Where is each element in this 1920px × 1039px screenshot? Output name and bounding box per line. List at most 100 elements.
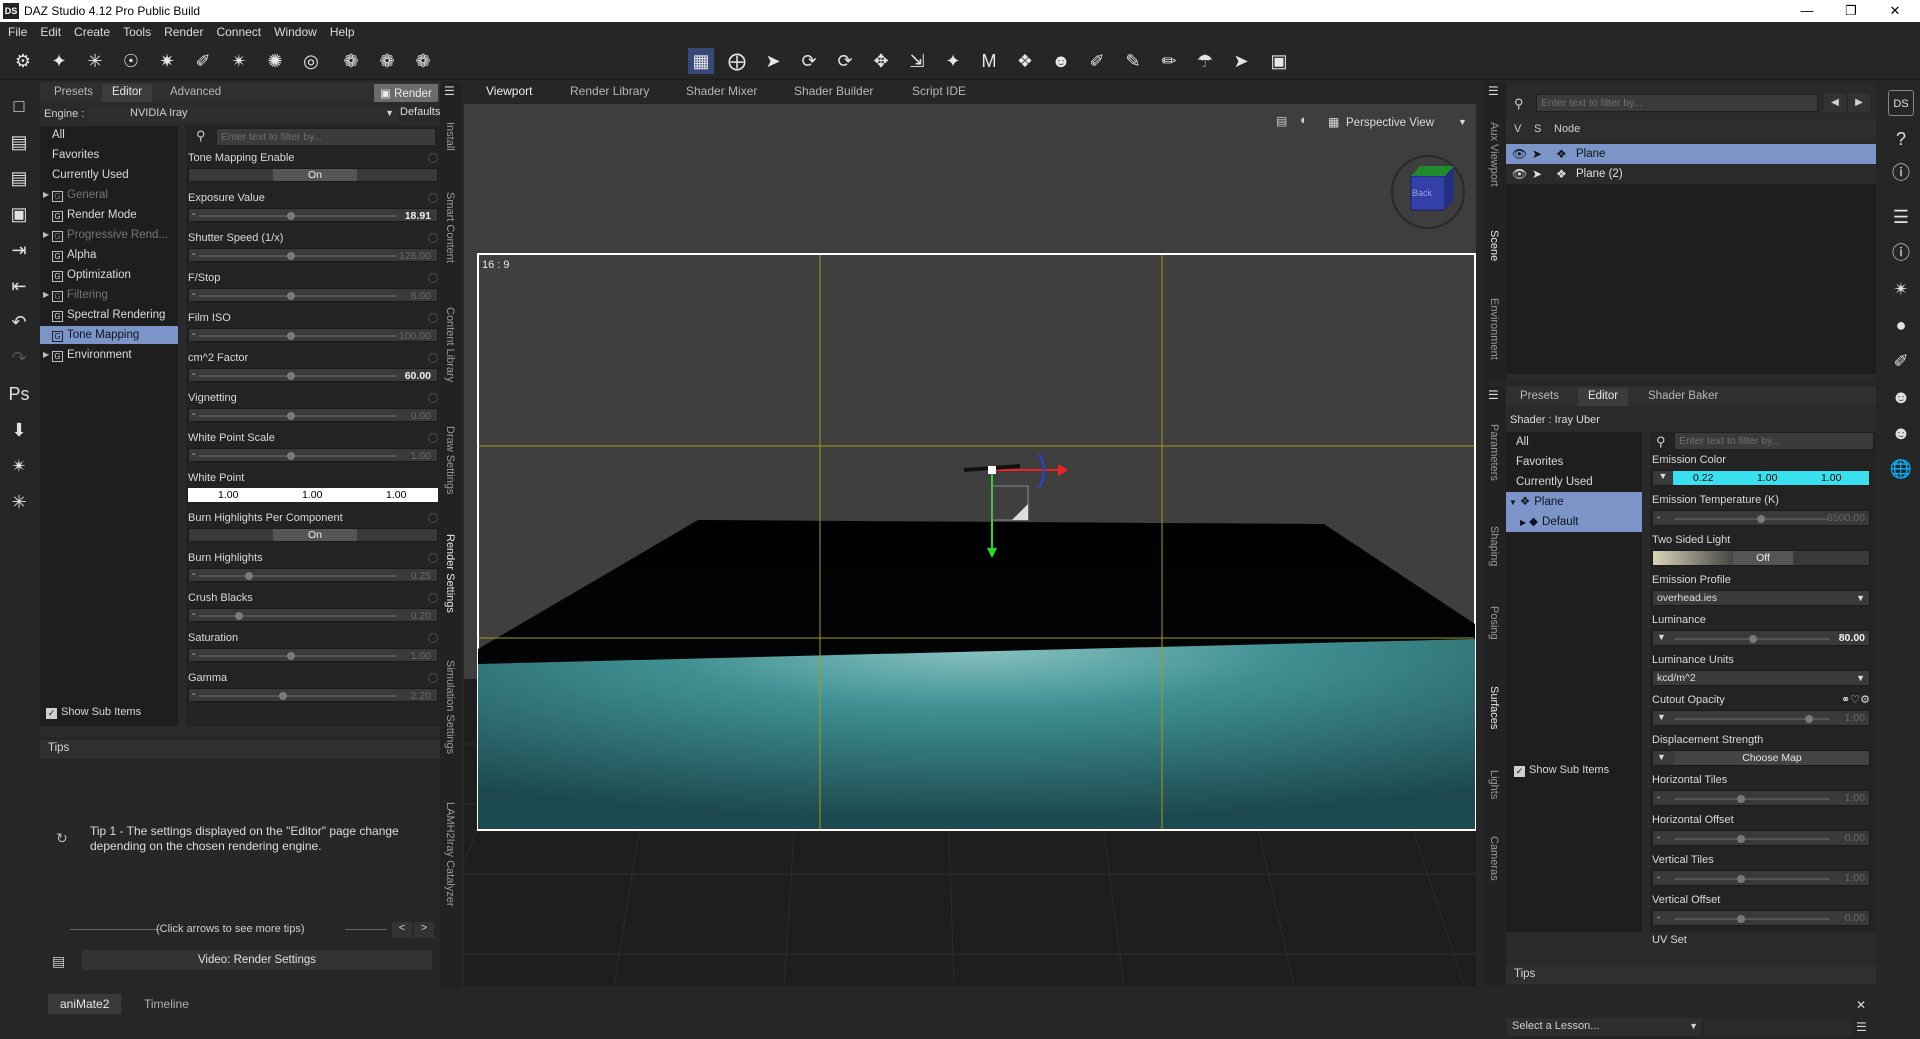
white-point-r[interactable]: 1.00 xyxy=(218,489,238,501)
tab-advanced[interactable]: Advanced xyxy=(160,84,231,102)
list-icon[interactable]: ☰ xyxy=(1888,204,1914,230)
view-select[interactable]: ▦ Perspective View ▼ xyxy=(1328,114,1468,134)
slider-value[interactable]: 1.00 xyxy=(1845,712,1865,724)
active-pose-icon[interactable]: ☻ xyxy=(1048,48,1074,74)
group-optimization[interactable]: G Optimization xyxy=(40,266,178,284)
chevron-down-icon[interactable]: ▼ xyxy=(1657,712,1666,722)
defaults-button[interactable]: Defaults xyxy=(400,106,440,122)
geometry-icon[interactable]: ✐ xyxy=(1888,348,1914,374)
surfaces-show-sub-items[interactable]: ✓ Show Sub Items xyxy=(1514,764,1609,777)
panel-menu-icon[interactable]: ☰ xyxy=(1488,388,1499,402)
rotate-icon[interactable]: ⟳ xyxy=(832,48,858,74)
cutout-opacity-slider[interactable]: ▼ 1.00 xyxy=(1652,710,1870,726)
tab-shader-builder[interactable]: Shader Builder xyxy=(794,84,873,98)
slider-value[interactable]: 0.00 xyxy=(1845,832,1865,844)
tab-viewport[interactable]: Viewport xyxy=(486,84,532,98)
vertical-tiles-slider[interactable]: - 1.00 xyxy=(1652,870,1870,886)
chevron-down-icon[interactable]: ▼ xyxy=(1657,632,1666,642)
gear-icon[interactable] xyxy=(428,393,438,403)
panel-menu-icon[interactable]: ☰ xyxy=(1856,1020,1867,1034)
maximize-icon[interactable]: ❐ xyxy=(1831,0,1871,22)
render-icon[interactable]: ● xyxy=(1888,312,1914,338)
luminance-slider[interactable]: ▼ 80.00 xyxy=(1652,630,1870,646)
daz-logo-icon[interactable]: DS xyxy=(1888,90,1914,116)
morph-tool-icon[interactable]: M xyxy=(976,48,1002,74)
side-tab-install[interactable]: Install xyxy=(444,122,456,151)
tab-presets[interactable]: Presets xyxy=(1510,388,1569,406)
pose-figure-icon[interactable]: ✳ xyxy=(7,490,31,514)
tips-next-button[interactable]: > xyxy=(414,922,434,938)
fstop-slider[interactable]: - 8.00 xyxy=(188,288,438,302)
slider-value[interactable]: 8.00 xyxy=(411,290,431,302)
slider-value[interactable]: 1.00 xyxy=(1845,792,1865,804)
back-arrow-icon[interactable]: ◀ xyxy=(1824,94,1846,112)
side-tab-shaping[interactable]: Shaping xyxy=(1488,526,1500,566)
white-point-color-field[interactable]: 1.00 1.00 1.00 xyxy=(188,488,438,502)
surfaces-tips-header[interactable]: Tips xyxy=(1506,966,1876,984)
render-button[interactable]: ▣ Render xyxy=(374,84,438,102)
expand-arrow-icon[interactable]: ▶ xyxy=(43,286,49,304)
surface-group-favorites[interactable]: Favorites xyxy=(1506,452,1642,472)
target-tool-icon[interactable]: ◎ xyxy=(298,48,324,74)
slider-knob[interactable] xyxy=(287,412,295,420)
slider-knob[interactable] xyxy=(287,372,295,380)
geometry-sculptor-icon[interactable]: ❖ xyxy=(1012,48,1038,74)
slider-knob[interactable] xyxy=(235,612,243,620)
orbit-icon[interactable]: ⟳ xyxy=(796,48,822,74)
tab-script-ide[interactable]: Script IDE xyxy=(912,84,966,98)
tab-editor[interactable]: Editor xyxy=(1578,388,1629,406)
checkbox-checked-icon[interactable]: ✓ xyxy=(1514,766,1525,777)
slider-value[interactable]: 1.00 xyxy=(1845,872,1865,884)
panel-menu-icon[interactable]: ☰ xyxy=(1488,84,1499,98)
surface-material-default[interactable]: ▶ ◆ Default xyxy=(1506,512,1642,532)
group-progressive-rendering[interactable]: ▶ G Progressive Rend... xyxy=(40,226,178,244)
node-select-icon[interactable]: ✦ xyxy=(940,48,966,74)
menu-file[interactable]: File xyxy=(0,22,32,39)
film-iso-slider[interactable]: - 100.00 xyxy=(188,328,438,342)
info-icon[interactable]: ⓘ xyxy=(1888,240,1914,266)
link-heart-gear-icons[interactable]: ⚭♡⚙ xyxy=(1841,693,1870,706)
engine-select[interactable]: NVIDIA Iray ▼ xyxy=(88,106,398,122)
displacement-map-field[interactable]: ▼ Choose Map xyxy=(1652,750,1870,766)
group-all[interactable]: All xyxy=(40,126,178,144)
gear-icon[interactable] xyxy=(428,593,438,603)
panel-menu-icon[interactable]: ☰ xyxy=(444,84,455,98)
eye-icon[interactable]: 👁 xyxy=(1512,144,1527,164)
node-weight-icon[interactable]: ✳ xyxy=(82,48,108,74)
side-tab-smart-content[interactable]: Smart Content xyxy=(444,192,456,263)
import-icon[interactable]: ⇥ xyxy=(7,238,31,262)
gear-icon[interactable] xyxy=(428,553,438,563)
close-icon[interactable]: ✕ xyxy=(1856,998,1866,1012)
spot-render-tool-icon[interactable]: ➤ xyxy=(1228,48,1254,74)
figure-setup-icon[interactable]: ☻ xyxy=(1888,384,1914,410)
viewport-3d[interactable]: Back ▤ ◐ ▦ Perspective View ▼ 16 : 9 xyxy=(464,104,1476,986)
spot-render-icon[interactable]: ✐ xyxy=(190,48,216,74)
group-filtering[interactable]: ▶ G Filtering xyxy=(40,286,178,304)
tab-animate2[interactable]: aniMate2 xyxy=(48,994,122,1014)
slider-value[interactable]: 2.20 xyxy=(411,690,431,702)
shutter-speed-slider[interactable]: - 128.00 xyxy=(188,248,438,262)
edit-tool-icon[interactable]: ✏ xyxy=(1156,48,1182,74)
side-tab-surfaces[interactable]: Surfaces xyxy=(1488,686,1500,729)
render-camera-icon[interactable]: ▣ xyxy=(1266,48,1292,74)
side-tab-content-library[interactable]: Content Library xyxy=(444,307,456,382)
universal-tool-icon[interactable]: ⨁ xyxy=(724,48,750,74)
cm2-factor-slider[interactable]: - 60.00 xyxy=(188,368,438,382)
forward-arrow-icon[interactable]: ▶ xyxy=(1848,94,1870,112)
checkbox-checked-icon[interactable]: ✓ xyxy=(46,708,57,719)
menu-create[interactable]: Create xyxy=(66,22,115,39)
slider-knob[interactable] xyxy=(287,212,295,220)
expand-arrow-icon[interactable]: ▶ xyxy=(43,186,49,204)
new-file-icon[interactable]: □ xyxy=(7,94,31,118)
side-tab-lights[interactable]: Lights xyxy=(1488,770,1500,799)
emission-b[interactable]: 1.00 xyxy=(1821,472,1841,484)
luminance-units-select[interactable]: kcd/m^2 ▼ xyxy=(1652,670,1870,686)
expand-arrow-icon[interactable]: ▶ xyxy=(43,226,49,244)
side-tab-scene[interactable]: Scene xyxy=(1488,230,1500,261)
scale-icon[interactable]: ⇲ xyxy=(904,48,930,74)
slider-value[interactable]: 0.00 xyxy=(411,410,431,422)
menu-window[interactable]: Window xyxy=(266,22,322,39)
tab-presets[interactable]: Presets xyxy=(44,84,103,102)
scene-node-plane[interactable]: 👁 ➤ ❖ Plane xyxy=(1506,144,1876,164)
group-alpha[interactable]: G Alpha xyxy=(40,246,178,264)
